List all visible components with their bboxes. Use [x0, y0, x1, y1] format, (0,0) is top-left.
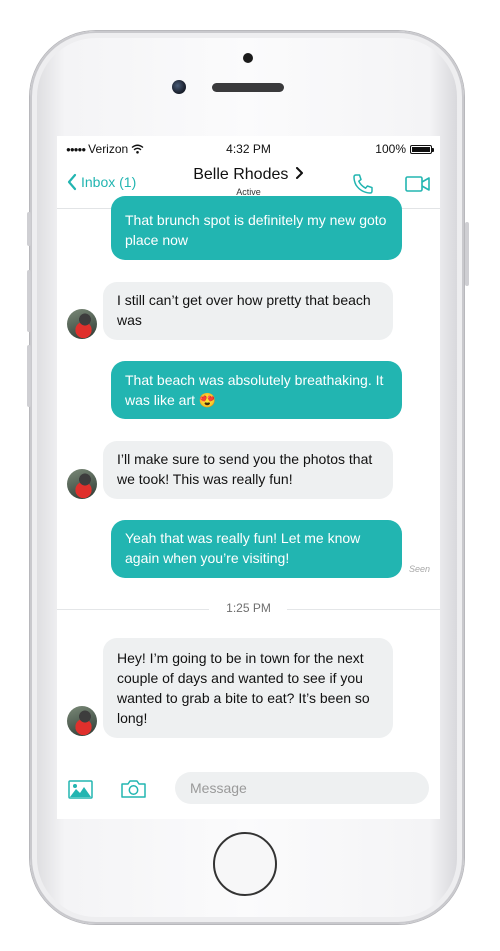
message-incoming[interactable]: Hey! I’m going to be in town for the nex…: [103, 638, 393, 738]
contact-title[interactable]: Belle Rhodes Active: [57, 166, 440, 197]
battery-percent: 100%: [375, 142, 406, 156]
battery-icon: [410, 144, 434, 154]
contact-name: Belle Rhodes: [193, 166, 289, 183]
time-divider: 1:25 PM: [226, 601, 271, 615]
volume-down-button: [27, 345, 31, 407]
proximity-sensor: [243, 53, 253, 63]
avatar[interactable]: [67, 706, 97, 736]
avatar[interactable]: [67, 309, 97, 339]
avatar[interactable]: [67, 469, 97, 499]
video-camera-icon[interactable]: [405, 175, 431, 193]
message-incoming[interactable]: I’ll make sure to send you the photos th…: [103, 441, 393, 499]
message-incoming[interactable]: I still can’t get over how pretty that b…: [103, 282, 393, 340]
message-input[interactable]: [175, 772, 429, 804]
home-button[interactable]: [213, 832, 277, 896]
image-icon[interactable]: [68, 780, 93, 799]
phone-icon[interactable]: [351, 172, 375, 196]
message-outgoing[interactable]: That beach was absolutely breathaking. I…: [111, 361, 402, 419]
mute-switch: [27, 212, 31, 246]
seen-receipt: Seen: [408, 564, 430, 574]
power-button: [465, 222, 469, 286]
contact-chevron-icon: [295, 167, 303, 179]
earpiece-speaker: [212, 83, 284, 92]
screen: ●●●●● Verizon 4:32 PM 100% Inbox (1) Bel…: [57, 136, 440, 819]
camera-icon[interactable]: [120, 778, 147, 799]
message-outgoing[interactable]: Yeah that was really fun! Let me know ag…: [111, 520, 402, 578]
composer-bar: [57, 766, 440, 819]
volume-up-button: [27, 270, 31, 332]
front-camera: [172, 80, 186, 94]
message-outgoing[interactable]: That brunch spot is definitely my new go…: [111, 196, 402, 260]
status-bar: ●●●●● Verizon 4:32 PM 100%: [57, 136, 440, 162]
